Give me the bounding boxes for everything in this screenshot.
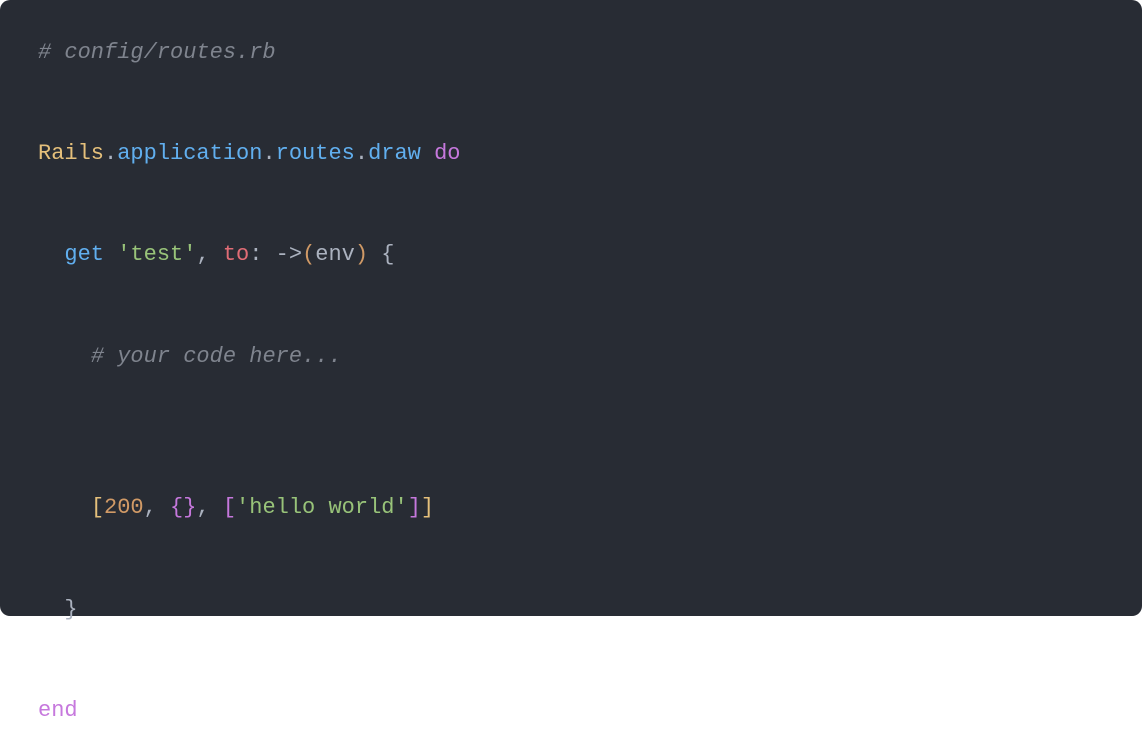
indent bbox=[38, 495, 91, 520]
space bbox=[368, 242, 381, 267]
token-comma: , bbox=[144, 495, 170, 520]
token-rparen: ) bbox=[355, 242, 368, 267]
space bbox=[104, 242, 117, 267]
token-comma: , bbox=[196, 495, 222, 520]
token-rbracket: ] bbox=[408, 495, 421, 520]
comment-body: # your code here... bbox=[91, 344, 342, 369]
token-arrow: -> bbox=[276, 242, 302, 267]
token-draw: draw bbox=[368, 141, 421, 166]
token-application: application bbox=[117, 141, 262, 166]
token-dot: . bbox=[262, 141, 275, 166]
comment-file: # config/routes.rb bbox=[38, 40, 276, 65]
token-colon: : bbox=[249, 242, 262, 267]
token-lbracket: [ bbox=[223, 495, 236, 520]
token-lbracket: [ bbox=[91, 495, 104, 520]
token-lbrace: { bbox=[170, 495, 183, 520]
space bbox=[421, 141, 434, 166]
token-routes: routes bbox=[276, 141, 355, 166]
token-dot: . bbox=[104, 141, 117, 166]
token-rbrace: } bbox=[64, 597, 77, 622]
token-comma: , bbox=[196, 242, 222, 267]
token-lbrace: { bbox=[381, 242, 394, 267]
token-rails: Rails bbox=[38, 141, 104, 166]
token-get: get bbox=[64, 242, 104, 267]
indent bbox=[38, 242, 64, 267]
token-200: 200 bbox=[104, 495, 144, 520]
token-string-test: 'test' bbox=[117, 242, 196, 267]
token-env: env bbox=[315, 242, 355, 267]
code-block: # config/routes.rb Rails.application.rou… bbox=[0, 0, 1142, 616]
token-end: end bbox=[38, 698, 78, 723]
token-rbrace: } bbox=[183, 495, 196, 520]
indent bbox=[38, 597, 64, 622]
token-lparen: ( bbox=[302, 242, 315, 267]
token-string-hello: 'hello world' bbox=[236, 495, 408, 520]
space bbox=[262, 242, 275, 267]
token-to: to bbox=[223, 242, 249, 267]
indent bbox=[38, 344, 91, 369]
token-do: do bbox=[434, 141, 460, 166]
token-dot: . bbox=[355, 141, 368, 166]
token-rbracket: ] bbox=[421, 495, 434, 520]
